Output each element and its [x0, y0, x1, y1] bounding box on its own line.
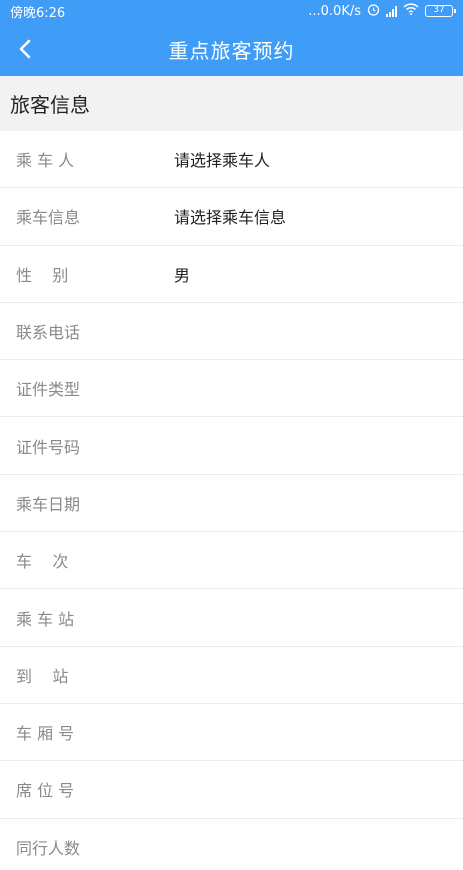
field-label: 证件类型	[16, 380, 81, 400]
field-label: 证件号码	[16, 437, 81, 457]
field-seat-number[interactable]: 席 位 号	[0, 761, 463, 819]
field-label: 车 厢 号	[16, 724, 75, 744]
field-travel-date[interactable]: 乘车日期	[0, 474, 463, 533]
field-train-number[interactable]: 车 次	[0, 532, 463, 590]
chevron-left-icon	[19, 39, 31, 59]
field-label: 乘 车 人	[16, 151, 75, 171]
field-label: 乘车信息	[16, 208, 81, 228]
status-icons: ...0.0K/s 37	[308, 3, 456, 20]
field-gender[interactable]: 性 别 男	[0, 245, 463, 303]
field-phone[interactable]: 联系电话	[0, 302, 463, 361]
signal-icon	[386, 5, 397, 17]
alarm-icon	[367, 3, 380, 20]
field-id-type[interactable]: 证件类型	[0, 360, 463, 418]
network-speed: ...0.0K/s	[308, 3, 361, 19]
field-value: 请选择乘车信息	[174, 208, 287, 228]
field-passenger[interactable]: 乘 车 人 请选择乘车人	[0, 131, 463, 189]
field-value: 请选择乘车人	[174, 151, 271, 171]
field-value: 男	[174, 265, 191, 285]
navbar: 重点旅客预约	[0, 22, 463, 76]
passenger-form: 乘 车 人 请选择乘车人 乘车信息 请选择乘车信息 性 别 男 联系电话 证件类…	[0, 131, 463, 870]
status-time: 傍晚6:26	[10, 5, 66, 21]
field-label: 到 站	[16, 666, 69, 686]
back-button[interactable]	[10, 31, 40, 67]
field-label: 乘车日期	[16, 494, 81, 514]
section-title-passenger-info: 旅客信息	[0, 76, 463, 131]
field-carriage-number[interactable]: 车 厢 号	[0, 703, 463, 762]
field-id-number[interactable]: 证件号码	[0, 417, 463, 475]
field-label: 乘 车 站	[16, 609, 75, 629]
field-label: 席 位 号	[16, 781, 75, 801]
field-travel-info[interactable]: 乘车信息 请选择乘车信息	[0, 188, 463, 246]
app-header: 傍晚6:26 ...0.0K/s 37 重点旅客预约	[0, 0, 463, 76]
battery-icon: 37	[425, 5, 456, 17]
field-label: 联系电话	[16, 323, 81, 343]
page-title: 重点旅客预约	[168, 38, 295, 63]
wifi-icon	[403, 3, 419, 19]
field-label: 同行人数	[16, 838, 81, 858]
field-label: 性 别	[16, 265, 69, 285]
field-label: 车 次	[16, 552, 69, 572]
field-companion-count[interactable]: 同行人数	[0, 818, 463, 870]
field-departure-station[interactable]: 乘 车 站	[0, 589, 463, 647]
status-bar: 傍晚6:26 ...0.0K/s 37	[0, 0, 463, 22]
field-arrival-station[interactable]: 到 站	[0, 646, 463, 704]
